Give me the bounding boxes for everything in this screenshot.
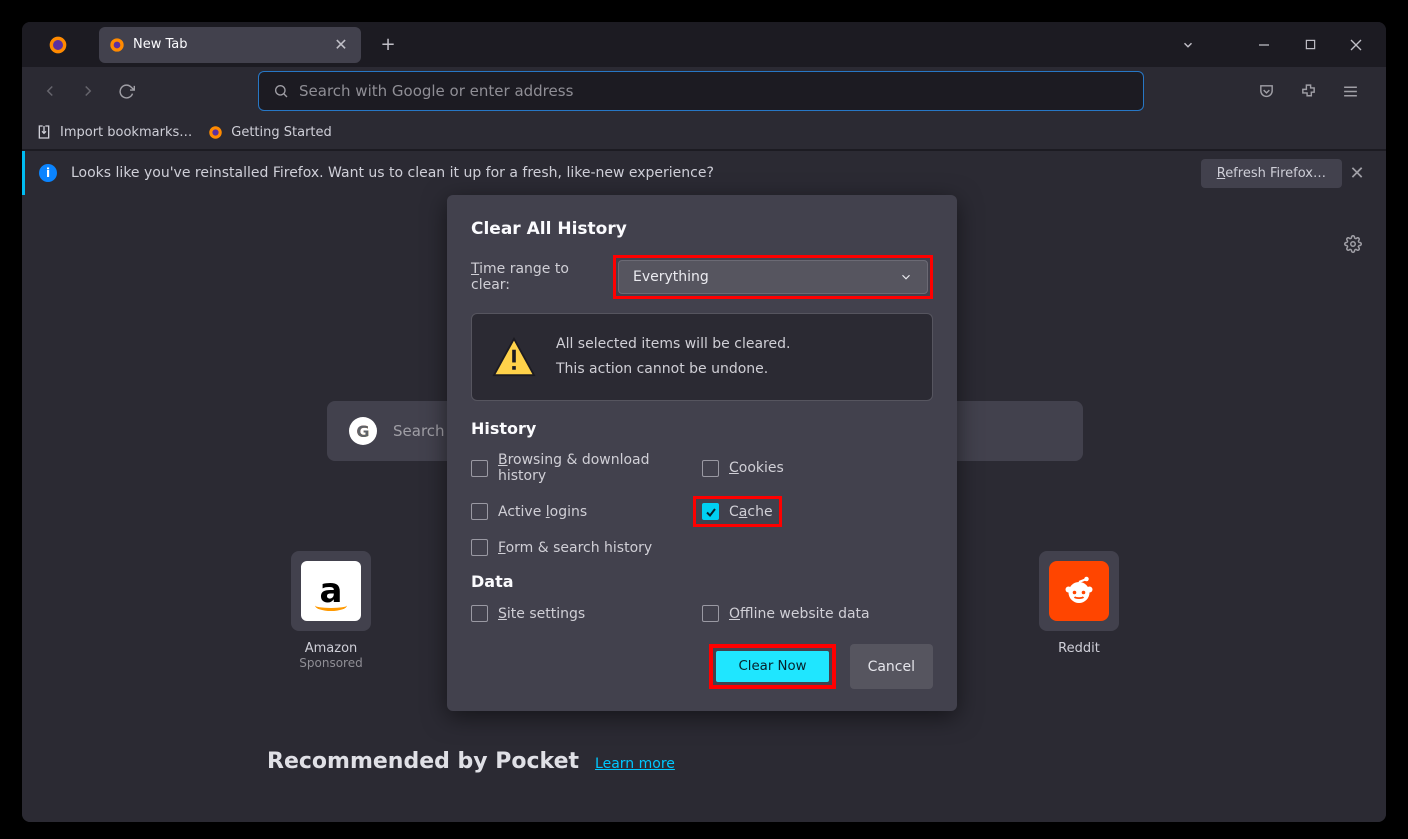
search-icon bbox=[273, 83, 289, 99]
pocket-heading: Recommended by Pocket bbox=[267, 749, 579, 774]
menu-icon[interactable] bbox=[1334, 75, 1366, 107]
tile-name: Amazon bbox=[284, 641, 378, 656]
data-heading: Data bbox=[471, 572, 933, 591]
time-range-label: Time range to clear: bbox=[471, 261, 601, 293]
checkbox-form-history[interactable]: Form & search history bbox=[471, 539, 702, 556]
google-icon: G bbox=[349, 417, 377, 445]
checkbox-offline-data[interactable]: Offline website data bbox=[702, 605, 933, 622]
warning-icon bbox=[492, 337, 536, 377]
navbar: Search with Google or enter address bbox=[22, 67, 1386, 115]
highlight-box: Everything bbox=[613, 255, 933, 299]
warning-line1: All selected items will be cleared. bbox=[556, 332, 790, 357]
cancel-button[interactable]: Cancel bbox=[850, 644, 933, 689]
bookmark-getting-started[interactable]: Getting Started bbox=[208, 125, 332, 140]
bookmark-label: Getting Started bbox=[231, 125, 332, 140]
amazon-icon: a bbox=[301, 561, 361, 621]
highlight-box: Clear Now bbox=[709, 644, 835, 689]
checkbox-active-logins[interactable]: Active logins bbox=[471, 500, 702, 523]
tile-subtitle: Sponsored bbox=[284, 656, 378, 670]
url-bar[interactable]: Search with Google or enter address bbox=[258, 71, 1144, 111]
close-tab-icon[interactable]: ✕ bbox=[331, 35, 351, 55]
import-icon bbox=[36, 124, 52, 140]
warning-box: All selected items will be cleared. This… bbox=[471, 313, 933, 401]
tile-name: Reddit bbox=[1032, 641, 1126, 656]
titlebar: New Tab ✕ + bbox=[22, 22, 1386, 67]
close-window-button[interactable] bbox=[1334, 27, 1378, 63]
firefox-app-icon bbox=[22, 35, 94, 55]
info-text: Looks like you've reinstalled Firefox. W… bbox=[71, 165, 1181, 181]
new-tab-button[interactable]: + bbox=[373, 30, 403, 60]
tab-title: New Tab bbox=[133, 37, 331, 52]
top-site-reddit[interactable]: Reddit bbox=[1032, 551, 1126, 656]
forward-button[interactable] bbox=[72, 75, 104, 107]
clear-now-button[interactable]: Clear Now bbox=[716, 651, 828, 682]
warning-line2: This action cannot be undone. bbox=[556, 357, 790, 382]
minimize-button[interactable] bbox=[1242, 27, 1286, 63]
import-bookmarks-label: Import bookmarks… bbox=[60, 125, 192, 140]
browser-tab[interactable]: New Tab ✕ bbox=[99, 27, 361, 63]
pocket-icon[interactable] bbox=[1250, 75, 1282, 107]
back-button[interactable] bbox=[34, 75, 66, 107]
dialog-title: Clear All History bbox=[471, 219, 933, 239]
time-range-select[interactable]: Everything bbox=[618, 260, 928, 294]
content-search[interactable]: G Search bbox=[327, 401, 1083, 461]
content-search-placeholder: Search bbox=[393, 422, 445, 440]
close-infobar-icon[interactable]: ✕ bbox=[1342, 163, 1372, 184]
checkbox-cache[interactable]: Cache bbox=[693, 496, 782, 527]
top-site-amazon[interactable]: a Amazon Sponsored bbox=[284, 551, 378, 670]
bookmarks-bar: Import bookmarks… Getting Started bbox=[22, 115, 1386, 149]
refresh-firefox-button[interactable]: Refresh Firefox… bbox=[1201, 159, 1342, 188]
tabs-dropdown-icon[interactable] bbox=[1166, 27, 1210, 63]
chevron-down-icon bbox=[899, 270, 913, 284]
url-placeholder: Search with Google or enter address bbox=[299, 82, 573, 100]
maximize-button[interactable] bbox=[1288, 27, 1332, 63]
import-bookmarks-button[interactable]: Import bookmarks… bbox=[36, 124, 192, 140]
info-icon: i bbox=[39, 164, 57, 182]
new-tab-content: G Search a Amazon Sponsored Reddit Recom… bbox=[22, 195, 1386, 822]
reload-button[interactable] bbox=[110, 75, 142, 107]
extensions-icon[interactable] bbox=[1292, 75, 1324, 107]
firefox-icon bbox=[208, 125, 223, 140]
reddit-icon bbox=[1049, 561, 1109, 621]
pocket-learn-more-link[interactable]: Learn more bbox=[595, 756, 675, 772]
select-value: Everything bbox=[633, 269, 709, 285]
firefox-icon bbox=[109, 37, 125, 53]
customize-gear-icon[interactable] bbox=[1344, 235, 1362, 257]
browser-window: New Tab ✕ + Search with Google or enter … bbox=[22, 22, 1386, 822]
checkbox-site-settings[interactable]: Site settings bbox=[471, 605, 702, 622]
info-bar: i Looks like you've reinstalled Firefox.… bbox=[22, 151, 1386, 195]
